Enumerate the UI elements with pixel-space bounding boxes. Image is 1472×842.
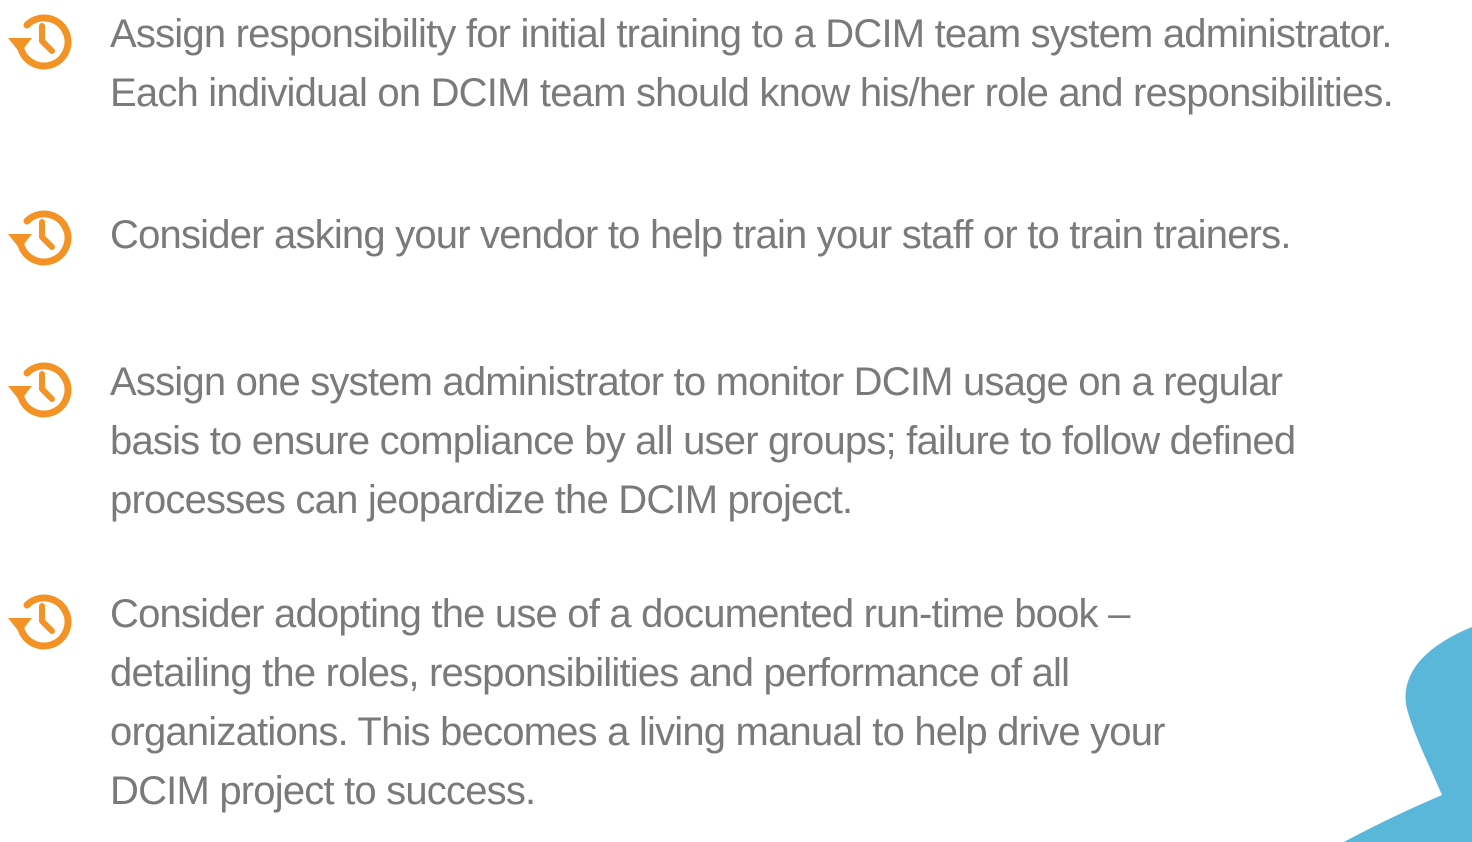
history-clock-icon bbox=[8, 353, 76, 421]
decorative-blob bbox=[1344, 627, 1472, 842]
history-clock-icon bbox=[8, 585, 76, 653]
bullet-text: Consider asking your vendor to help trai… bbox=[110, 213, 1291, 257]
slide: Assign responsibility for initial traini… bbox=[0, 0, 1472, 842]
history-clock-icon bbox=[8, 5, 76, 73]
bullet-text: Consider adopting the use of a documente… bbox=[110, 592, 1166, 813]
bullet-text: Assign responsibility for initial traini… bbox=[110, 12, 1394, 115]
history-clock-icon bbox=[8, 201, 76, 269]
bullet-text: Assign one system administrator to monit… bbox=[110, 360, 1296, 522]
